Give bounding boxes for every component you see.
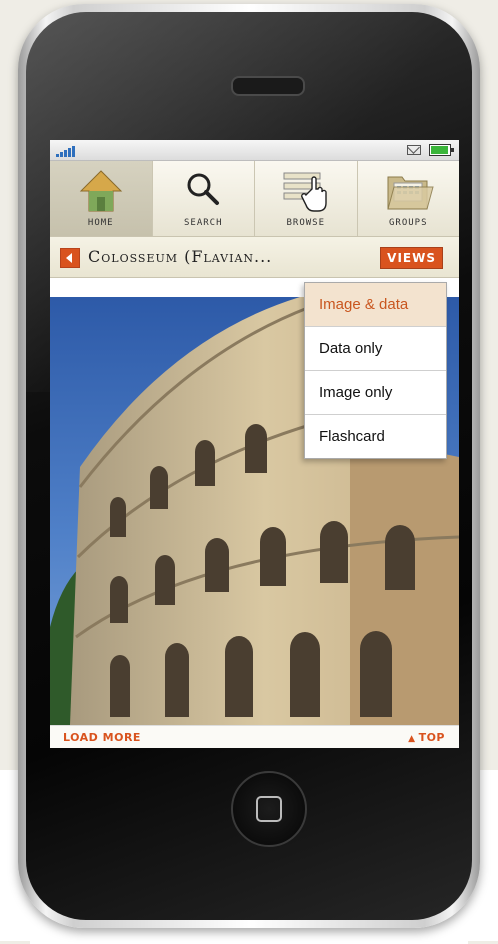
home-icon xyxy=(79,170,122,212)
load-more-link[interactable]: LOAD MORE xyxy=(63,731,141,744)
views-dropdown-menu: Image & data Data only Image only Flashc… xyxy=(304,282,447,459)
groups-icon xyxy=(387,176,434,210)
home-button-icon xyxy=(256,796,282,822)
tab-search[interactable]: SEARCH xyxy=(153,161,255,236)
status-bar xyxy=(50,140,459,161)
view-option-data-only[interactable]: Data only xyxy=(305,327,446,371)
tab-browse[interactable]: BROWSE xyxy=(255,161,358,236)
view-option-image-and-data[interactable]: Image & data xyxy=(305,283,446,327)
tab-home-label: HOME xyxy=(87,218,114,228)
browse-icon xyxy=(283,172,327,212)
page-title: Colosseum (Flavian... xyxy=(88,247,273,266)
phone-screen: HOME SEARCH BROWSE GROUPS Colosseum (Fla… xyxy=(50,140,459,748)
tab-search-label: SEARCH xyxy=(183,218,223,228)
view-option-image-only[interactable]: Image only xyxy=(305,371,446,415)
tab-bar: HOME SEARCH BROWSE GROUPS xyxy=(50,161,459,237)
earpiece-speaker xyxy=(231,76,305,96)
top-link[interactable]: ▲ TOP xyxy=(408,731,445,744)
view-option-flashcard[interactable]: Flashcard xyxy=(305,415,446,458)
mail-icon xyxy=(407,145,421,155)
up-arrow-icon: ▲ xyxy=(408,734,416,744)
tab-groups-label: GROUPS xyxy=(388,218,428,228)
top-label: TOP xyxy=(418,731,445,744)
tab-home[interactable]: HOME xyxy=(50,161,153,236)
home-hardware-button[interactable] xyxy=(231,771,307,847)
battery-icon xyxy=(429,144,454,156)
views-button[interactable]: VIEWS xyxy=(380,247,443,269)
tab-browse-label: BROWSE xyxy=(286,218,325,228)
signal-icon xyxy=(56,146,75,157)
search-icon xyxy=(187,173,220,205)
footer-bar: LOAD MORE ▲ TOP xyxy=(50,725,459,748)
title-bar: Colosseum (Flavian... VIEWS xyxy=(50,237,459,278)
tab-groups[interactable]: GROUPS xyxy=(358,161,460,236)
back-button[interactable] xyxy=(60,248,80,268)
